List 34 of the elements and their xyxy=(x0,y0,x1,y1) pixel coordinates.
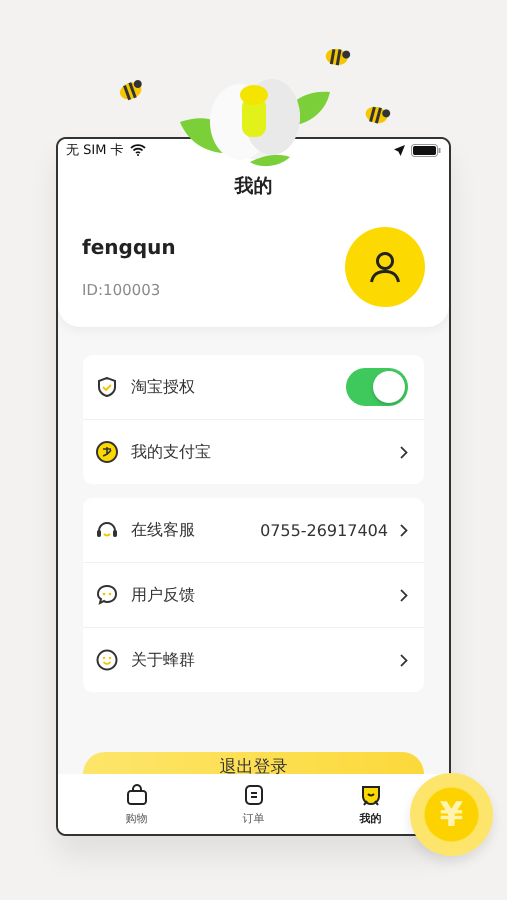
user-name: fengqun xyxy=(82,235,176,259)
wifi-icon xyxy=(130,144,146,156)
chevron-right-icon xyxy=(400,524,408,536)
battery-icon xyxy=(411,144,441,156)
yen-sign: ¥ xyxy=(440,794,464,834)
person-icon xyxy=(367,249,403,285)
menu-label: 淘宝授权 xyxy=(131,376,196,398)
user-id: ID:100003 xyxy=(82,281,162,299)
menu-row[interactable]: 在线客服 0755-26917404 xyxy=(83,498,424,562)
menu-label: 我的支付宝 xyxy=(131,442,212,462)
coin-icon xyxy=(95,440,119,464)
toggle-switch[interactable] xyxy=(346,368,408,406)
logout-button[interactable]: 退出登录 xyxy=(83,752,424,774)
tab[interactable]: 订单 xyxy=(224,774,284,834)
tab[interactable]: 我的 xyxy=(340,774,400,834)
menu-row[interactable]: 我的支付宝 xyxy=(83,419,424,484)
menu-row[interactable]: 关于蜂群 xyxy=(83,627,424,692)
menu-label: 在线客服 xyxy=(131,520,196,540)
menu-label: 用户反馈 xyxy=(131,584,196,606)
location-arrow-icon xyxy=(394,144,405,156)
menu-label: 关于蜂群 xyxy=(131,650,196,670)
chevron-right-icon xyxy=(400,654,408,666)
chevron-right-icon xyxy=(400,588,408,602)
shield-icon xyxy=(95,375,119,399)
menu-row[interactable]: 淘宝授权 xyxy=(83,355,424,419)
phone-number: 0755-26917404 xyxy=(260,520,388,540)
shopping-bag-icon xyxy=(124,782,148,806)
carrier-text: 无 SIM 卡 xyxy=(66,142,124,159)
chat-bubble-icon xyxy=(95,583,119,607)
smiley-icon xyxy=(95,648,119,672)
tab[interactable]: 购物 xyxy=(106,774,166,834)
chevron-right-icon xyxy=(400,446,408,458)
menu-row[interactable]: 用户反馈 xyxy=(83,562,424,627)
page-title: 我的 xyxy=(233,174,274,199)
